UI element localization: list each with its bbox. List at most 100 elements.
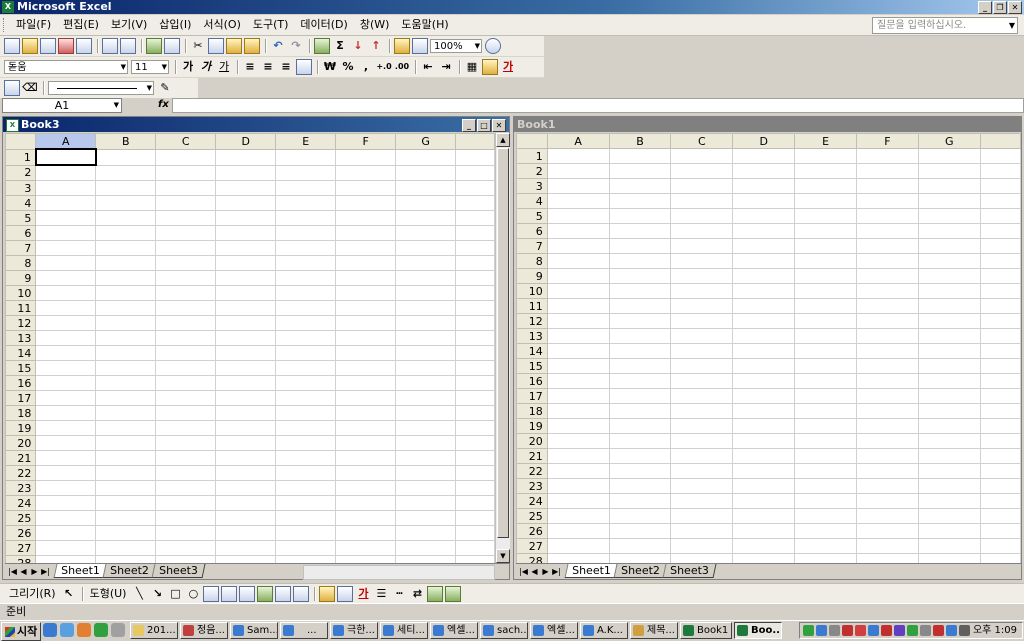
workbook-window-book3[interactable]: X Book3 _ □ ✕ A B C D E F G 1 2 3 4 5 6 7 8 9 10 11 12 13 14… <box>2 116 510 580</box>
worksheet-grid[interactable]: A B C D E F G 1 2 3 4 5 6 7 8 9 10 11 12 13 14 15 16 17 18 19 20 21… <box>5 133 495 563</box>
taskbar-button[interactable]: 엑셀... <box>530 622 578 639</box>
row-header[interactable]: 9 <box>516 268 548 284</box>
cell[interactable] <box>794 268 858 284</box>
cell[interactable] <box>335 390 397 406</box>
cell[interactable] <box>794 523 858 539</box>
cell[interactable] <box>35 555 97 563</box>
cell[interactable] <box>979 463 1021 479</box>
cell[interactable] <box>917 178 981 194</box>
cell[interactable] <box>95 420 157 436</box>
cell[interactable] <box>670 403 734 419</box>
cell[interactable] <box>917 283 981 299</box>
cell[interactable] <box>917 253 981 269</box>
row-header[interactable]: 21 <box>516 448 548 464</box>
cell[interactable] <box>670 238 734 254</box>
cell[interactable] <box>546 163 610 179</box>
column-header[interactable]: E <box>794 133 858 149</box>
cell[interactable] <box>979 508 1021 524</box>
cell[interactable] <box>917 298 981 314</box>
cell[interactable] <box>455 480 495 496</box>
cell[interactable] <box>670 523 734 539</box>
column-header[interactable]: B <box>95 133 157 150</box>
cell[interactable] <box>917 478 981 494</box>
cell[interactable] <box>455 300 495 316</box>
cell[interactable] <box>35 450 97 466</box>
font-color-button[interactable]: 가 <box>500 59 516 75</box>
cell[interactable] <box>917 388 981 404</box>
toolbar-grip[interactable] <box>3 18 7 32</box>
cell[interactable] <box>732 523 796 539</box>
row-header[interactable]: 10 <box>516 283 548 299</box>
row-header[interactable]: 7 <box>5 240 37 256</box>
font-select[interactable]: 돋움 ▼ <box>4 60 128 74</box>
row-header[interactable]: 28 <box>516 553 548 563</box>
cell[interactable] <box>917 373 981 389</box>
cell[interactable] <box>732 343 796 359</box>
taskbar-button[interactable]: A.K... <box>580 622 628 639</box>
dash-style-icon[interactable]: ┅ <box>391 586 407 602</box>
cell[interactable] <box>546 283 610 299</box>
cell[interactable] <box>155 255 217 271</box>
start-button[interactable]: 시작 <box>1 622 42 641</box>
cell[interactable] <box>608 463 672 479</box>
cell[interactable] <box>35 300 97 316</box>
workbook-title-bar[interactable]: X Book3 _ □ ✕ <box>3 117 509 132</box>
cell[interactable] <box>670 223 734 239</box>
cell[interactable] <box>917 163 981 179</box>
select-all-corner[interactable] <box>5 133 37 150</box>
cell[interactable] <box>856 373 919 389</box>
cell[interactable] <box>917 553 981 563</box>
cell[interactable] <box>395 450 457 466</box>
row-header[interactable]: 5 <box>5 210 37 226</box>
column-header[interactable]: B <box>608 133 672 149</box>
cell[interactable] <box>546 418 610 434</box>
column-header[interactable] <box>455 133 495 150</box>
cell[interactable] <box>455 465 495 481</box>
cell[interactable] <box>546 478 610 494</box>
cell[interactable] <box>455 285 495 301</box>
menu-item[interactable]: 서식(O) <box>197 18 246 32</box>
chevron-down-icon[interactable]: ▼ <box>1009 18 1015 33</box>
cell[interactable] <box>546 538 610 554</box>
cell[interactable] <box>395 405 457 421</box>
cell[interactable] <box>732 538 796 554</box>
cell[interactable] <box>395 525 457 541</box>
cell[interactable] <box>395 360 457 376</box>
cell[interactable] <box>35 390 97 406</box>
cell[interactable] <box>95 465 157 481</box>
tray-volume-icon[interactable] <box>959 625 970 636</box>
select-all-corner[interactable] <box>516 133 548 149</box>
row-header[interactable]: 1 <box>516 148 548 164</box>
cell[interactable] <box>95 510 157 526</box>
cell[interactable] <box>95 180 157 196</box>
cell[interactable] <box>455 345 495 361</box>
cell[interactable] <box>546 358 610 374</box>
cell[interactable] <box>95 285 157 301</box>
cell[interactable] <box>979 448 1021 464</box>
taskbar-button[interactable]: 세티... <box>380 622 428 639</box>
cell[interactable] <box>455 180 495 196</box>
cell[interactable] <box>732 283 796 299</box>
cell[interactable] <box>215 360 277 376</box>
cell[interactable] <box>35 465 97 481</box>
scroll-down-icon[interactable]: ▼ <box>496 549 510 563</box>
minimize-button[interactable]: _ <box>462 119 476 132</box>
row-header[interactable]: 20 <box>516 433 548 449</box>
taskbar-button[interactable]: 극한... <box>330 622 378 639</box>
cell[interactable] <box>215 240 277 256</box>
cell[interactable] <box>275 435 337 451</box>
cell[interactable] <box>979 208 1021 224</box>
cell[interactable] <box>215 210 277 226</box>
cell[interactable] <box>608 238 672 254</box>
vertical-scrollbar[interactable]: ▲ ▼ <box>495 133 510 563</box>
cell[interactable] <box>979 328 1021 344</box>
cell[interactable] <box>275 450 337 466</box>
cell[interactable] <box>856 478 919 494</box>
cell[interactable] <box>335 435 397 451</box>
cell[interactable] <box>856 208 919 224</box>
cell[interactable] <box>794 208 858 224</box>
cell[interactable] <box>215 330 277 346</box>
text-box-icon[interactable] <box>203 586 220 602</box>
cell[interactable] <box>155 240 217 256</box>
cell[interactable] <box>455 405 495 421</box>
